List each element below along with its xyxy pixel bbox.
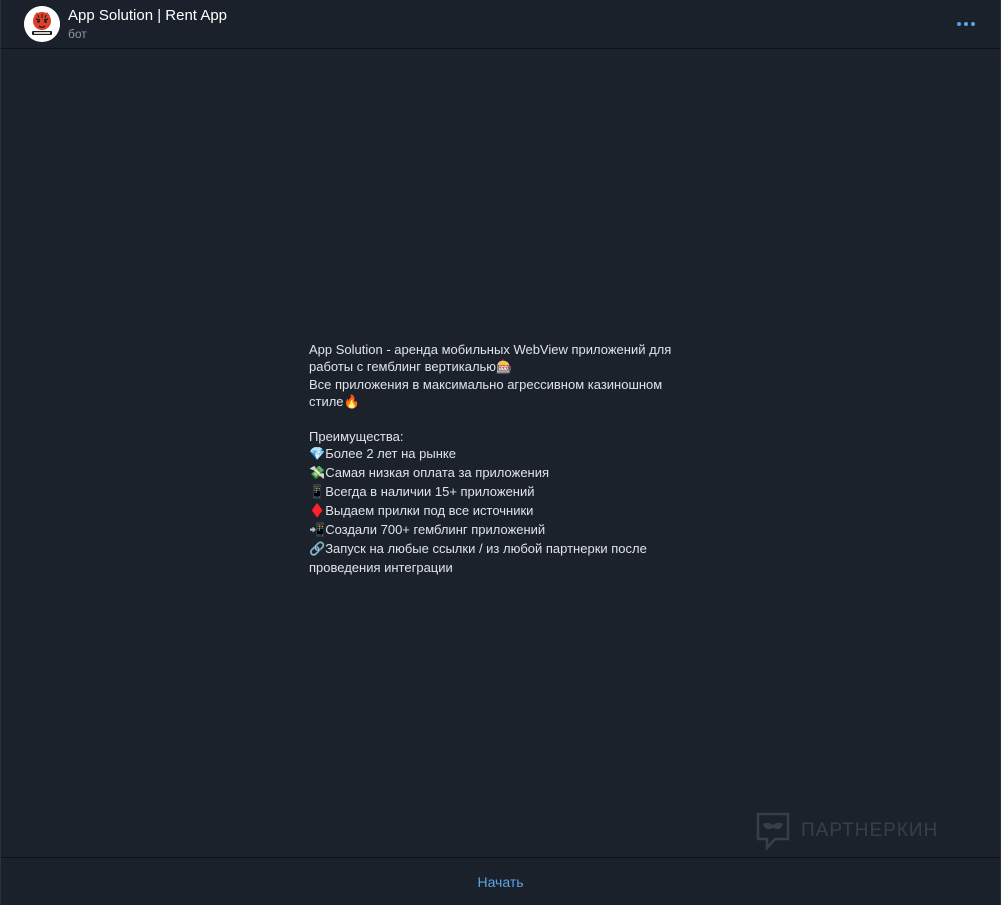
bot-avatar[interactable]: [24, 6, 60, 42]
message-line: 📲Создали 700+ гемблинг приложений: [309, 521, 709, 540]
more-dots-icon: [971, 22, 975, 26]
emoji-icon: 💸: [309, 466, 326, 481]
message-text: Всегда в наличии 15+ приложений: [325, 484, 535, 499]
emoji-icon: 🔥: [343, 395, 360, 410]
message-line: 📱Всегда в наличии 15+ приложений: [309, 483, 709, 502]
message-line: работы с гемблинг вертикалью🎰: [309, 358, 709, 376]
message-text: проведения интеграции: [309, 560, 453, 575]
message-line: проведения интеграции: [309, 559, 709, 577]
message-text: Все приложения в максимально агрессивном…: [309, 377, 663, 392]
chat-title-block[interactable]: App Solution | Rent App бот: [68, 7, 227, 42]
message-line: 🔗Запуск на любые ссылки / из любой партн…: [309, 540, 709, 559]
emoji-icon: ♦️: [309, 504, 326, 519]
mask-icon: [755, 811, 791, 851]
message-line: ♦️Выдаем прилки под все источники: [309, 502, 709, 521]
message-text: Преимущества:: [309, 429, 404, 444]
message-text: Более 2 лет на рынке: [325, 446, 456, 461]
more-dots-icon: [964, 22, 968, 26]
message-line: Преимущества:: [309, 428, 709, 445]
message-text: Создали 700+ гемблинг приложений: [325, 522, 546, 537]
watermark: ПАРТНЕРКИН: [755, 811, 938, 851]
tiger-logo-icon: [24, 6, 60, 42]
watermark-text: ПАРТНЕРКИН: [801, 820, 939, 841]
message-text: работы с гемблинг вертикалью: [309, 359, 497, 374]
message-text: Запуск на любые ссылки / из любой партне…: [325, 541, 647, 556]
more-dots-icon: [957, 22, 961, 26]
chat-subtitle: бот: [68, 27, 87, 41]
chat-area: App Solution - аренда мобильных WebView …: [1, 49, 1000, 857]
emoji-icon: 📱: [309, 485, 326, 500]
message-line: Все приложения в максимально агрессивном…: [309, 376, 709, 393]
message-text: Выдаем прилки под все источники: [325, 503, 534, 518]
message-line: 💸Самая низкая оплата за приложения: [309, 464, 709, 483]
chat-title: App Solution | Rent App: [68, 7, 228, 24]
message-line: [309, 411, 709, 428]
message-text: App Solution - аренда мобильных WebView …: [309, 342, 672, 357]
emoji-icon: 💎: [309, 447, 326, 462]
bottom-bar: Начать: [1, 857, 1000, 905]
message-line: App Solution - аренда мобильных WebView …: [309, 341, 709, 358]
emoji-icon: 📲: [309, 523, 326, 538]
message-line: 💎Более 2 лет на рынке: [309, 445, 709, 464]
more-options-button[interactable]: [954, 14, 978, 34]
message-line: стиле🔥: [309, 393, 709, 411]
bot-description-message: App Solution - аренда мобильных WebView …: [309, 341, 709, 577]
start-button[interactable]: Начать: [457, 868, 543, 896]
chat-header: App Solution | Rent App бот: [1, 0, 1000, 49]
telegram-bot-window: App Solution | Rent App бот App Solution…: [0, 0, 1001, 905]
message-text: Самая низкая оплата за приложения: [325, 465, 550, 480]
emoji-icon: 🔗: [309, 542, 326, 557]
emoji-icon: 🎰: [496, 360, 513, 375]
message-text: стиле: [309, 394, 344, 409]
